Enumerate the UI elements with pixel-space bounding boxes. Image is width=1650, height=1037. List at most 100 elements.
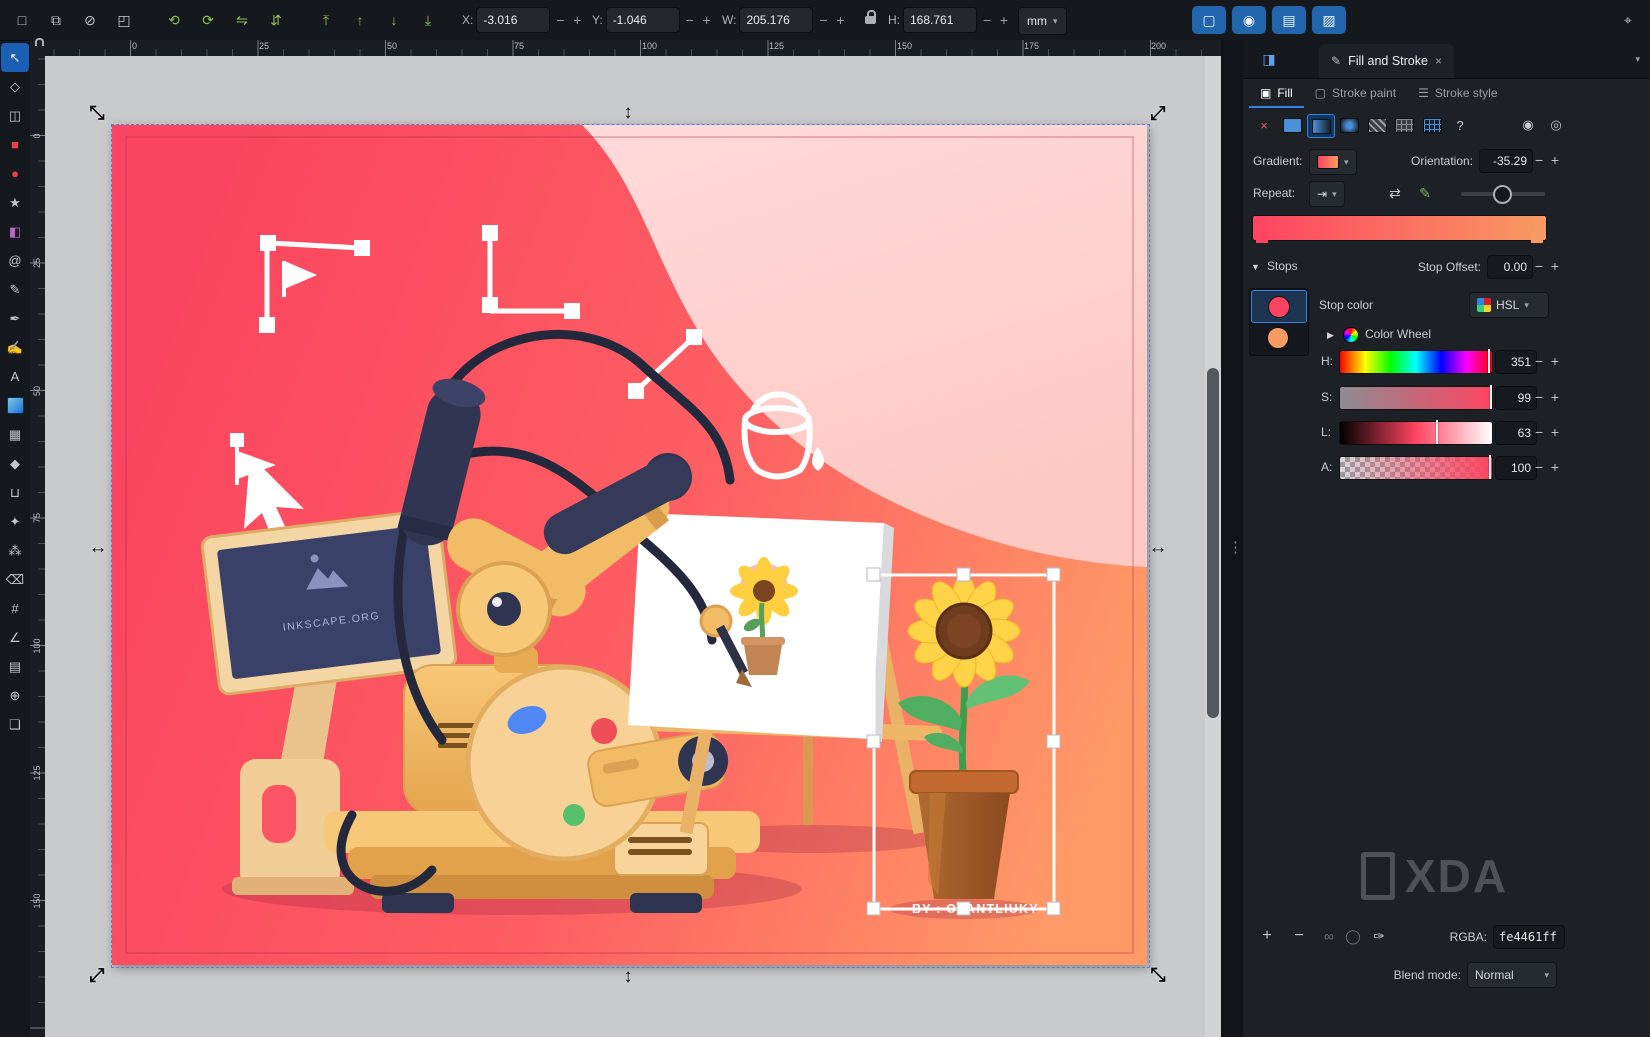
eyedropper-icon[interactable]: ✑ — [1371, 925, 1387, 947]
selected-artwork[interactable]: INKSCAPE.ORG — [112, 125, 1147, 965]
horizontal-ruler[interactable]: 0 25 50 75 100 125 150 175 200 — [45, 40, 1221, 57]
panel-divider[interactable]: ⋮ — [1221, 40, 1243, 1037]
paint-linear-gradient-button[interactable] — [1307, 114, 1335, 138]
gradient-stop-end[interactable] — [1531, 229, 1543, 243]
selection-frame-icon[interactable]: ◰ — [110, 7, 138, 33]
lightness-increment[interactable]: + — [1547, 421, 1563, 443]
lightness-decrement[interactable]: − — [1531, 421, 1547, 443]
gradient-preview-bar[interactable] — [1252, 215, 1547, 241]
gradient-select-dropdown[interactable]: ▾ — [1309, 149, 1357, 175]
text-tool[interactable]: A — [1, 362, 29, 391]
shape-builder-tool[interactable]: ◫ — [1, 101, 29, 130]
tab-fill[interactable]: ▣ Fill — [1249, 78, 1304, 108]
gradient-tool[interactable] — [1, 391, 29, 420]
tab-stroke-paint[interactable]: ▢ Stroke paint — [1304, 78, 1407, 108]
reverse-gradient-icon[interactable]: ⇄ — [1383, 180, 1407, 206]
orientation-increment[interactable]: + — [1547, 149, 1563, 171]
pen-tool[interactable]: ✒ — [1, 304, 29, 333]
repeat-dropdown[interactable]: ⇥ ▾ — [1309, 181, 1345, 207]
fill-rule-nonzero-button[interactable]: ◉ — [1515, 114, 1541, 136]
rotate-ccw-icon[interactable]: ⟲ — [160, 7, 188, 33]
h-increment[interactable]: + — [997, 8, 1011, 32]
dock-tab-fill-and-stroke[interactable]: ✎ Fill and Stroke × — [1319, 44, 1454, 78]
divider-grip-icon[interactable]: ⋮ — [1228, 538, 1243, 556]
stops-expander-icon[interactable]: ▼ — [1251, 262, 1260, 272]
canvas-area[interactable]: INKSCAPE.ORG — [45, 56, 1205, 1037]
scale-pattern-toggle[interactable]: ▨ — [1312, 6, 1346, 34]
stop-item-2[interactable] — [1251, 322, 1305, 353]
selector-tool[interactable]: ↖ — [1, 43, 29, 72]
lower-to-bottom-icon[interactable]: ⤓ — [414, 7, 442, 33]
color-wheel-expander-icon[interactable]: ▶ — [1327, 330, 1334, 341]
node-tool[interactable]: ◇ — [1, 72, 29, 101]
units-dropdown[interactable]: mm ▾ — [1018, 7, 1067, 35]
paint-radial-gradient-button[interactable] — [1336, 114, 1362, 136]
raise-to-top-icon[interactable]: ⤒ — [312, 7, 340, 33]
saturation-slider-marker[interactable] — [1490, 385, 1492, 409]
orientation-input[interactable] — [1479, 149, 1533, 173]
blend-mode-dropdown[interactable]: Normal ▾ — [1467, 962, 1557, 988]
dock-icon[interactable]: ◨ — [1255, 46, 1283, 72]
add-stop-button[interactable]: + — [1259, 925, 1275, 947]
lock-aspect-icon[interactable] — [856, 7, 884, 33]
stop-offset-increment[interactable]: + — [1547, 255, 1563, 277]
ellipse-tool[interactable]: ● — [1, 159, 29, 188]
selection-handle-se[interactable]: ⤡ — [1150, 965, 1165, 987]
fill-rule-evenodd-button[interactable]: ◎ — [1543, 114, 1569, 136]
saturation-increment[interactable]: + — [1547, 386, 1563, 408]
pages-tool[interactable]: ❏ — [1, 710, 29, 739]
w-decrement[interactable]: − — [816, 8, 830, 32]
tweak-tool[interactable]: ✦ — [1, 507, 29, 536]
canvas-vertical-scrollbar[interactable] — [1205, 56, 1221, 1037]
remove-stop-button[interactable]: − — [1291, 925, 1307, 947]
eraser-tool[interactable]: ⌫ — [1, 565, 29, 594]
orientation-decrement[interactable]: − — [1531, 149, 1547, 171]
alpha-slider-marker[interactable] — [1489, 455, 1491, 479]
selection-handle-sw[interactable]: ⤢ — [89, 965, 104, 987]
hue-slider-marker[interactable] — [1488, 349, 1490, 373]
flip-horizontal-icon[interactable]: ⇋ — [228, 7, 256, 33]
scale-stroke-toggle[interactable]: ▢ — [1192, 6, 1226, 34]
vertical-ruler[interactable]: 0 25 50 75 100 125 150 — [30, 56, 46, 1037]
stop-offset-decrement[interactable]: − — [1531, 255, 1547, 277]
selection-handle-ne[interactable]: ⤢ — [1150, 103, 1165, 125]
link-stops-icon[interactable]: ∞ — [1321, 925, 1337, 947]
rectangle-tool[interactable]: ■ — [1, 130, 29, 159]
x-increment[interactable]: + — [570, 8, 584, 32]
pencil-tool[interactable]: ✎ — [1, 275, 29, 304]
alpha-decrement[interactable]: − — [1531, 456, 1547, 478]
h-input[interactable] — [903, 7, 977, 33]
w-increment[interactable]: + — [833, 8, 847, 32]
rgba-input[interactable] — [1493, 925, 1565, 949]
deselect-icon[interactable]: ⊘ — [76, 7, 104, 33]
rotate-cw-icon[interactable]: ⟳ — [194, 7, 222, 33]
edit-gradient-icon[interactable]: ✎ — [1413, 180, 1437, 206]
spray-tool[interactable]: ⁂ — [1, 536, 29, 565]
tab-stroke-style[interactable]: ☰ Stroke style — [1407, 78, 1508, 108]
snap-toggle-icon[interactable]: ⌖ — [1614, 7, 1642, 33]
hue-decrement[interactable]: − — [1531, 350, 1547, 372]
star-tool[interactable]: ★ — [1, 188, 29, 217]
flip-vertical-icon[interactable]: ⇵ — [262, 7, 290, 33]
gradient-slider-knob[interactable] — [1493, 185, 1512, 204]
paint-flat-button[interactable] — [1279, 114, 1305, 136]
lower-icon[interactable]: ↓ — [380, 7, 408, 33]
stop-offset-input[interactable] — [1487, 255, 1533, 279]
y-decrement[interactable]: − — [683, 8, 697, 32]
selection-handle-n[interactable]: ↕ — [623, 102, 633, 124]
lightness-slider[interactable] — [1339, 421, 1493, 445]
paint-none-button[interactable]: × — [1251, 114, 1277, 136]
mesh-tool[interactable]: ▦ — [1, 420, 29, 449]
measure-tool[interactable]: ∠ — [1, 623, 29, 652]
y-input[interactable] — [606, 7, 680, 33]
paint-mesh-button[interactable] — [1419, 114, 1445, 136]
gradient-stop-start[interactable] — [1256, 229, 1268, 243]
raise-icon[interactable]: ↑ — [346, 7, 374, 33]
connector-tool[interactable]: # — [1, 594, 29, 623]
alpha-increment[interactable]: + — [1547, 456, 1563, 478]
scale-gradient-toggle[interactable]: ▤ — [1272, 6, 1306, 34]
color-mode-dropdown[interactable]: HSL ▾ — [1469, 292, 1549, 318]
select-all-icon[interactable]: □ — [8, 7, 36, 33]
saturation-decrement[interactable]: − — [1531, 386, 1547, 408]
stop-item-1[interactable] — [1251, 290, 1307, 323]
